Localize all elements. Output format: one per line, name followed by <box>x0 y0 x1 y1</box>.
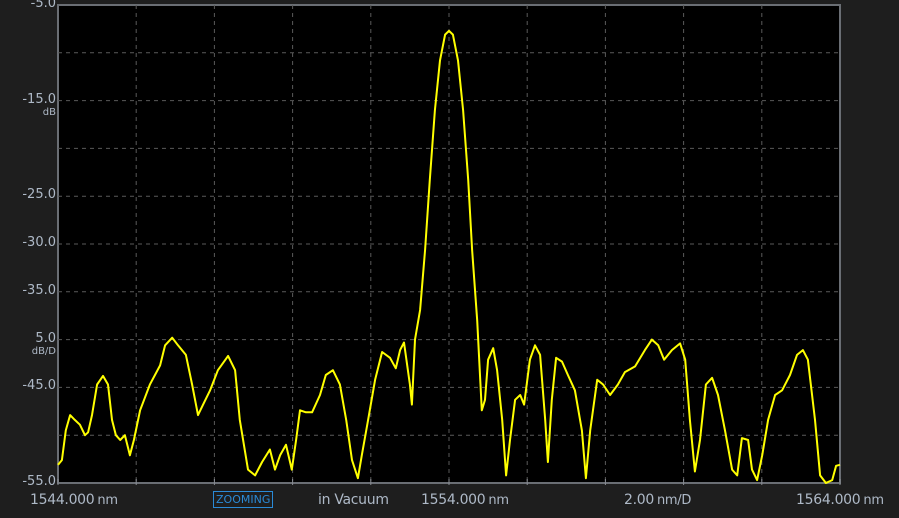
y-tick-label: -30.0 <box>22 235 56 250</box>
x-span-label: 2.00 nm/D <box>624 492 692 508</box>
x-center-label: 1554.000 nm <box>421 492 509 508</box>
y-tick-label: 5.0 <box>35 330 56 346</box>
y-tick-label: -55.0 <box>22 474 56 489</box>
zooming-indicator: ZOOMING <box>213 491 274 508</box>
x-start-label: 1544.000 nm <box>30 492 118 508</box>
y-tick-label: -15.0 <box>22 91 56 107</box>
y-tick-label: -45.0 <box>22 378 56 394</box>
x-stop-label: 1564.000 nm <box>796 492 884 508</box>
y-tick-label: -35.0 <box>22 282 56 298</box>
y-unit-label: dB/D <box>31 345 56 357</box>
y-tick-label: -5.0 <box>30 0 56 11</box>
medium-label: in Vacuum <box>318 492 389 508</box>
y-unit-label: dB <box>42 106 56 118</box>
spectrum-plot <box>57 4 841 485</box>
y-tick-label: -25.0 <box>22 187 56 203</box>
